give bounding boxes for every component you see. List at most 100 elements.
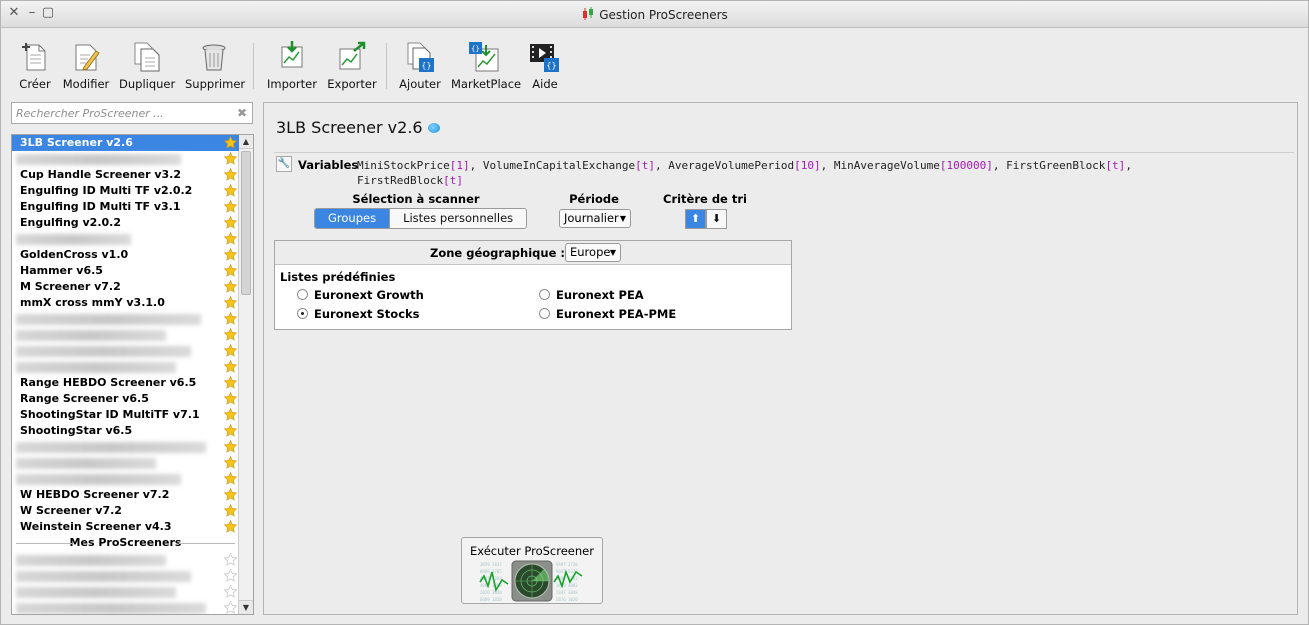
list-item[interactable] bbox=[12, 439, 239, 455]
comment-bubble-icon[interactable] bbox=[427, 123, 440, 133]
list-item[interactable] bbox=[12, 359, 239, 375]
clear-search-icon[interactable]: ✖ bbox=[237, 106, 247, 120]
star-icon[interactable] bbox=[223, 519, 238, 533]
zone-select[interactable]: Europe ▼ bbox=[565, 243, 621, 262]
star-icon[interactable] bbox=[223, 295, 238, 309]
help-button[interactable]: {} Aide bbox=[529, 41, 561, 91]
list-item[interactable] bbox=[12, 552, 239, 568]
star-icon[interactable] bbox=[223, 151, 238, 165]
star-outline-icon[interactable] bbox=[223, 584, 238, 598]
list-item[interactable] bbox=[12, 455, 239, 471]
star-icon[interactable] bbox=[223, 231, 238, 245]
list-scrollbar[interactable]: ▲ ▼ bbox=[238, 135, 253, 614]
list-item[interactable] bbox=[12, 568, 239, 584]
duplicate-label: Dupliquer bbox=[119, 77, 176, 91]
list-item[interactable]: Engulfing ID Multi TF v2.0.2 bbox=[12, 183, 239, 199]
list-item-label: Hammer v6.5 bbox=[20, 264, 103, 277]
star-icon[interactable] bbox=[223, 247, 238, 261]
list-item[interactable]: 3LB Screener v2.6 bbox=[12, 135, 239, 151]
star-icon[interactable] bbox=[223, 215, 238, 229]
zone-panel: Zone géographique : Europe ▼ Listes prédé… bbox=[274, 240, 792, 330]
list-item[interactable]: Hammer v6.5 bbox=[12, 263, 239, 279]
list-item[interactable] bbox=[12, 327, 239, 343]
star-icon[interactable] bbox=[223, 439, 238, 453]
period-label: Période bbox=[569, 192, 619, 206]
scroll-up-icon[interactable]: ▲ bbox=[239, 135, 253, 149]
list-item[interactable]: Cup Handle Screener v3.2 bbox=[12, 167, 239, 183]
groups-tab[interactable]: Groupes bbox=[315, 209, 390, 228]
list-item[interactable]: Range Screener v6.5 bbox=[12, 391, 239, 407]
arrow-down-icon: ⬇ bbox=[711, 212, 722, 225]
wrench-icon[interactable]: 🔧 bbox=[276, 156, 292, 172]
star-icon[interactable] bbox=[223, 471, 238, 485]
star-outline-icon[interactable] bbox=[223, 552, 238, 566]
scroll-thumb[interactable] bbox=[241, 151, 251, 295]
list-item[interactable] bbox=[12, 343, 239, 359]
add-button[interactable]: {} Ajouter bbox=[398, 41, 442, 91]
radio-euronext-stocks[interactable]: Euronext Stocks bbox=[297, 307, 420, 321]
list-item[interactable] bbox=[12, 471, 239, 487]
star-icon[interactable] bbox=[223, 391, 238, 405]
star-icon[interactable] bbox=[223, 343, 238, 357]
list-item[interactable]: Weinstein Screener v4.3 bbox=[12, 519, 239, 535]
star-icon[interactable] bbox=[223, 359, 238, 373]
star-icon[interactable] bbox=[223, 279, 238, 293]
list-item[interactable]: ShootingStar ID MultiTF v7.1 bbox=[12, 407, 239, 423]
list-item[interactable]: GoldenCross v1.0 bbox=[12, 247, 239, 263]
list-item-label: W HEBDO Screener v7.2 bbox=[20, 488, 170, 501]
star-icon[interactable] bbox=[223, 407, 238, 421]
star-icon[interactable] bbox=[223, 263, 238, 277]
list-item[interactable] bbox=[12, 151, 239, 167]
radio-icon bbox=[297, 289, 308, 300]
export-icon bbox=[339, 41, 366, 70]
star-icon[interactable] bbox=[223, 167, 238, 181]
import-button[interactable]: Importer bbox=[267, 41, 317, 91]
radio-euronext-pea-pme[interactable]: Euronext PEA-PME bbox=[539, 307, 676, 321]
arrow-up-icon: ⬆ bbox=[690, 212, 701, 225]
radio-euronext-growth[interactable]: Euronext Growth bbox=[297, 288, 424, 302]
list-item[interactable]: W Screener v7.2 bbox=[12, 503, 239, 519]
sort-ascending-button[interactable]: ⬆ bbox=[685, 209, 706, 229]
star-icon[interactable] bbox=[223, 135, 238, 149]
star-icon[interactable] bbox=[223, 423, 238, 437]
list-item-label: Cup Handle Screener v3.2 bbox=[20, 168, 181, 181]
star-icon[interactable] bbox=[223, 375, 238, 389]
marketplace-button[interactable]: {} MarketPlace bbox=[451, 41, 521, 91]
star-icon[interactable] bbox=[223, 311, 238, 325]
run-proscreener-button[interactable]: Exécuter ProScreener 3059 2837 8809 3765 4… bbox=[461, 537, 603, 604]
list-item[interactable]: W HEBDO Screener v7.2 bbox=[12, 487, 239, 503]
delete-button[interactable]: Supprimer bbox=[185, 41, 245, 91]
list-item[interactable]: Range HEBDO Screener v6.5 bbox=[12, 375, 239, 391]
list-item[interactable]: Engulfing ID Multi TF v3.1 bbox=[12, 199, 239, 215]
period-select[interactable]: Journalier ▼ bbox=[559, 209, 631, 228]
list-item[interactable] bbox=[12, 311, 239, 327]
personal-lists-tab[interactable]: Listes personnelles bbox=[389, 209, 527, 228]
star-icon[interactable] bbox=[223, 455, 238, 469]
scroll-down-icon[interactable]: ▼ bbox=[239, 600, 253, 614]
list-item[interactable] bbox=[12, 231, 239, 247]
star-icon[interactable] bbox=[223, 183, 238, 197]
list-item-label: 3LB Screener v2.6 bbox=[20, 136, 133, 149]
star-icon[interactable] bbox=[223, 487, 238, 501]
window-title-text: Gestion ProScreeners bbox=[599, 8, 728, 22]
star-icon[interactable] bbox=[223, 503, 238, 517]
star-icon[interactable] bbox=[223, 199, 238, 213]
list-item[interactable] bbox=[12, 584, 239, 600]
list-item-label: Engulfing v2.0.2 bbox=[20, 216, 121, 229]
star-outline-icon[interactable] bbox=[223, 568, 238, 582]
radio-euronext-pea[interactable]: Euronext PEA bbox=[539, 288, 644, 302]
export-button[interactable]: Exporter bbox=[327, 41, 377, 91]
star-icon[interactable] bbox=[223, 327, 238, 341]
list-item[interactable]: ShootingStar v6.5 bbox=[12, 423, 239, 439]
list-item[interactable]: Engulfing v2.0.2 bbox=[12, 215, 239, 231]
screener-list[interactable]: ▲ ▼ 3LB Screener v2.6 Cup Handle Screener… bbox=[11, 134, 254, 615]
list-item[interactable]: M Screener v7.2 bbox=[12, 279, 239, 295]
search-input[interactable]: Rechercher ProScreener ... ✖ bbox=[11, 102, 253, 124]
duplicate-button[interactable]: Dupliquer bbox=[119, 41, 175, 91]
modify-button[interactable]: Modifier bbox=[61, 41, 111, 91]
star-outline-icon[interactable] bbox=[223, 600, 238, 614]
create-button[interactable]: Créer bbox=[17, 41, 53, 91]
list-item[interactable] bbox=[12, 600, 239, 614]
sort-descending-button[interactable]: ⬇ bbox=[706, 209, 727, 229]
list-item[interactable]: mmX cross mmY v3.1.0 bbox=[12, 295, 239, 311]
